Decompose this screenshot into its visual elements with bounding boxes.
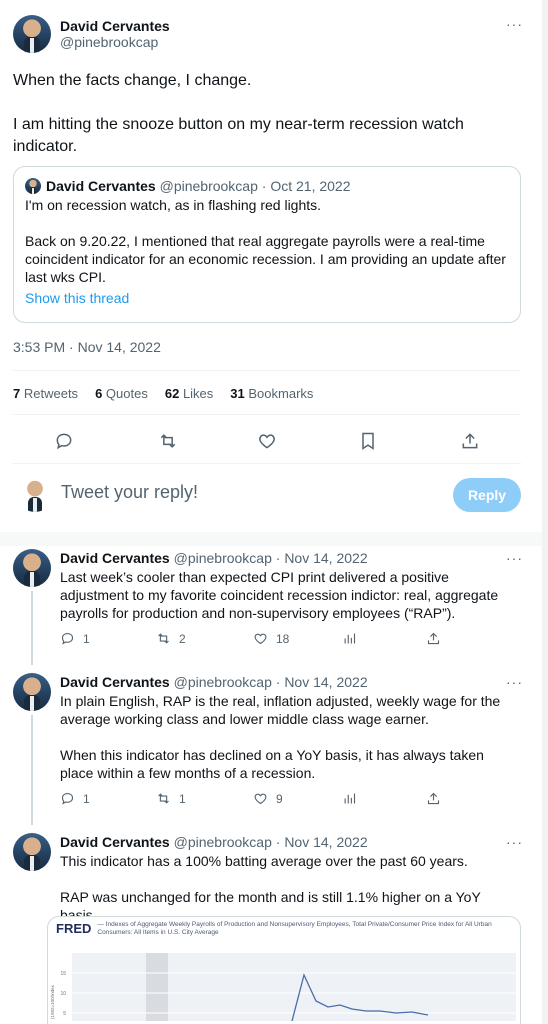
y-axis-label: (1982=100/Index — [50, 984, 55, 1019]
reply-author-meta[interactable]: @pinebrookcap · Nov 14, 2022 — [174, 674, 368, 690]
thread-line — [31, 591, 33, 665]
tweet-actions — [13, 424, 521, 458]
bookmarks-stat[interactable]: 31 Bookmarks — [230, 386, 313, 401]
main-tweet-header: David Cervantes @pinebrookcap — [13, 15, 170, 53]
retweet-icon — [158, 633, 169, 644]
reply-actions: 1 2 18 — [60, 631, 520, 651]
tweet-paragraph: When the facts change, I change. — [13, 72, 252, 89]
like-action[interactable]: 18 — [253, 631, 289, 646]
analytics-icon[interactable] — [342, 791, 357, 806]
reply-author-name[interactable]: David Cervantes — [60, 674, 170, 690]
retweets-stat[interactable]: 7 Retweets — [13, 386, 78, 401]
more-options-icon[interactable]: ··· — [506, 674, 523, 690]
share-icon[interactable] — [426, 631, 441, 646]
thread-line — [31, 715, 33, 825]
fred-logo: FRED — [56, 921, 92, 936]
author-handle[interactable]: @pinebrookcap — [60, 34, 170, 50]
reply-paragraph: In plain English, RAP is the real, infla… — [60, 693, 501, 727]
thread-reply[interactable]: David Cervantes @pinebrookcap · Nov 14, … — [13, 673, 523, 825]
recession-shading — [146, 953, 168, 1021]
fred-chart-plot: 15 10 5 (1982=100/Index — [50, 953, 516, 1022]
reply-actions: 1 1 9 — [60, 791, 520, 811]
reply-author-name[interactable]: David Cervantes — [60, 550, 170, 566]
reply-input[interactable]: Tweet your reply! — [61, 482, 198, 503]
thread-reply[interactable]: David Cervantes @pinebrookcap · Nov 14, … — [13, 833, 523, 923]
section-separator — [0, 532, 542, 546]
divider — [13, 463, 521, 464]
show-thread-link[interactable]: Show this thread — [25, 290, 509, 306]
reply-composer: Tweet your reply! Reply — [13, 474, 521, 516]
divider — [13, 370, 521, 371]
quoted-tweet[interactable]: David Cervantes @pinebrookcap · Oct 21, … — [13, 166, 521, 323]
share-icon[interactable] — [426, 791, 441, 806]
tweet-timestamp[interactable]: 3:53 PM · Nov 14, 2022 — [13, 339, 161, 355]
reply-icon — [61, 632, 74, 645]
more-options-icon[interactable]: ··· — [506, 834, 523, 850]
analytics-icon[interactable] — [342, 631, 357, 646]
reply-paragraph: When this indicator has declined on a Yo… — [60, 747, 484, 781]
author-avatar[interactable] — [13, 15, 51, 53]
tweet-paragraph: I am hitting the snooze button on my nea… — [13, 116, 464, 155]
reply-paragraph: This indicator has a 100% batting averag… — [60, 853, 468, 869]
reply-icon — [61, 792, 74, 805]
page-scrollbar[interactable] — [542, 0, 548, 1024]
quote-paragraph: Back on 9.20.22, I mentioned that real a… — [25, 233, 506, 285]
attached-chart-image[interactable]: FRED — Indexes of Aggregate Weekly Payro… — [47, 916, 521, 1024]
reply-author-meta[interactable]: @pinebrookcap · Nov 14, 2022 — [174, 550, 368, 566]
like-icon — [254, 793, 267, 805]
reply-paragraph: Last week’s cooler than expected CPI pri… — [60, 569, 499, 621]
reply-author-meta[interactable]: @pinebrookcap · Nov 14, 2022 — [174, 834, 368, 850]
main-tweet-text: When the facts change, I change. I am hi… — [13, 70, 523, 158]
quote-author-name: David Cervantes — [46, 178, 156, 194]
reply-author-avatar[interactable] — [13, 673, 51, 711]
divider — [13, 414, 521, 415]
y-tick-label: 5 — [63, 1011, 66, 1017]
y-tick-label: 15 — [60, 971, 66, 977]
engagement-stats: 7 Retweets 6 Quotes 62 Likes 31 Bookmark… — [13, 386, 313, 401]
reply-author-avatar[interactable] — [13, 549, 51, 587]
reply-action[interactable]: 1 — [60, 791, 90, 806]
reply-author-avatar[interactable] — [13, 833, 51, 871]
more-options-icon[interactable]: ··· — [506, 550, 523, 566]
like-icon — [254, 633, 267, 645]
retweet-icon[interactable] — [151, 424, 185, 458]
likes-stat[interactable]: 62 Likes — [165, 386, 213, 401]
reply-author-name[interactable]: David Cervantes — [60, 834, 170, 850]
reply-action[interactable]: 1 — [60, 631, 90, 646]
fred-chart-title: — Indexes of Aggregate Weekly Payrolls o… — [97, 921, 492, 936]
quote-paragraph: I'm on recession watch, as in flashing r… — [25, 197, 322, 213]
quotes-stat[interactable]: 6 Quotes — [95, 386, 148, 401]
more-options-icon[interactable]: ··· — [506, 16, 523, 32]
quote-author-avatar — [25, 178, 41, 194]
bookmark-icon[interactable] — [351, 424, 385, 458]
retweet-action[interactable]: 2 — [156, 631, 186, 646]
reply-button[interactable]: Reply — [453, 478, 521, 512]
retweet-action[interactable]: 1 — [156, 791, 186, 806]
current-user-avatar — [17, 476, 53, 512]
like-icon[interactable] — [250, 424, 284, 458]
like-action[interactable]: 9 — [253, 791, 283, 806]
thread-reply[interactable]: David Cervantes @pinebrookcap · Nov 14, … — [13, 549, 523, 665]
share-icon[interactable] — [453, 424, 487, 458]
reply-icon[interactable] — [47, 424, 81, 458]
y-tick-label: 10 — [60, 991, 66, 997]
retweet-icon — [158, 793, 169, 804]
author-name[interactable]: David Cervantes — [60, 18, 170, 34]
quote-author-meta: @pinebrookcap · Oct 21, 2022 — [159, 178, 351, 194]
